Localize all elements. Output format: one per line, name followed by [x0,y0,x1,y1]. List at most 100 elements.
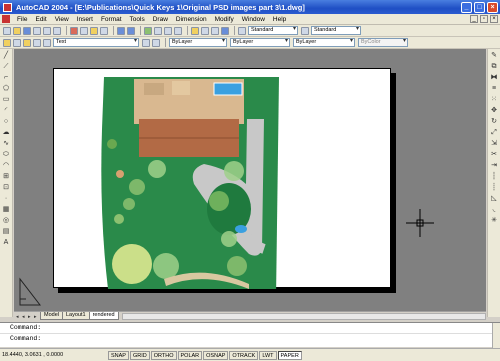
trim-icon[interactable]: ✂ [490,151,498,159]
help-icon[interactable] [221,26,229,35]
menu-draw[interactable]: Draw [149,16,172,23]
menu-file[interactable]: File [13,16,31,23]
dim-style-select[interactable]: Standard [311,26,361,35]
polyline-icon[interactable]: ⌐ [2,74,10,82]
color-select[interactable]: ByLayer [169,38,227,47]
explode-icon[interactable]: ✳ [490,217,498,225]
revision-cloud-icon[interactable]: ☁ [2,129,10,137]
layer-previous-icon[interactable] [152,38,160,47]
line-icon[interactable]: ╱ [2,52,10,60]
autocad-app-icon[interactable] [3,2,12,12]
redo-icon[interactable] [127,26,135,35]
close-button[interactable]: × [487,1,498,13]
menu-format[interactable]: Format [97,16,126,23]
layer-freeze-icon[interactable] [33,38,41,47]
mirror-icon[interactable]: ⧓ [490,74,498,82]
erase-icon[interactable]: ✎ [490,52,498,60]
insert-block-icon[interactable]: ⊞ [2,173,10,181]
new-icon[interactable] [3,26,11,35]
offset-icon[interactable]: ≡ [490,85,498,93]
horizontal-scrollbar[interactable] [121,313,486,320]
extend-icon[interactable]: ⇥ [490,162,498,170]
arc-icon[interactable]: ◜ [2,107,10,115]
layer-state-icon[interactable] [13,38,21,47]
array-icon[interactable]: ⁙ [490,96,498,104]
region-icon[interactable]: ◎ [2,217,10,225]
pan-icon[interactable] [144,26,152,35]
multiline-text-icon[interactable]: A [2,239,10,247]
doc-minimize-button[interactable]: _ [470,15,478,23]
hatch-icon[interactable]: ▦ [2,206,10,214]
break-at-point-icon[interactable]: ┆ [490,173,498,181]
polar-toggle[interactable]: POLAR [177,350,203,360]
construction-line-icon[interactable]: ⟋ [2,63,10,71]
menu-dimension[interactable]: Dimension [172,16,211,23]
lineweight-select[interactable]: ByLayer [293,38,355,47]
move-icon[interactable]: ✥ [490,107,498,115]
spline-icon[interactable]: ∿ [2,140,10,148]
cut-icon[interactable] [70,26,78,35]
zoom-previous-icon[interactable] [174,26,182,35]
layer-manager-icon[interactable] [3,38,11,47]
maximize-button[interactable]: □ [474,1,485,13]
plot-style-select[interactable]: ByColor [358,38,408,47]
tab-layout1[interactable]: Layout1 [61,312,90,320]
paper-sheet[interactable] [53,68,391,289]
print-icon[interactable] [33,26,41,35]
menu-window[interactable]: Window [238,16,269,23]
polygon-icon[interactable]: ⬠ [2,85,10,93]
design-center-icon[interactable] [201,26,209,35]
menu-edit[interactable]: Edit [31,16,50,23]
rotate-icon[interactable]: ↻ [490,118,498,126]
rectangle-icon[interactable]: ▭ [2,96,10,104]
drawing-area[interactable] [14,49,486,311]
properties-icon[interactable] [191,26,199,35]
make-block-icon[interactable]: ⊡ [2,184,10,192]
layer-on-icon[interactable] [23,38,31,47]
grid-toggle[interactable]: GRID [129,350,150,360]
command-prompt-line[interactable]: Command: [0,333,500,343]
menu-view[interactable]: View [51,16,73,23]
scale-icon[interactable]: ⤢ [490,129,498,137]
linetype-select[interactable]: ByLayer [230,38,290,47]
coordinate-readout[interactable]: 18.4440, 3.0631 , 0.0000 [2,352,108,358]
menu-modify[interactable]: Modify [211,16,238,23]
copy-object-icon[interactable]: ⧉ [490,63,498,71]
ellipse-arc-icon[interactable]: ◠ [2,162,10,170]
lwt-toggle[interactable]: LWT [259,350,277,360]
point-icon[interactable]: · [2,195,10,203]
menu-help[interactable]: Help [269,16,290,23]
osnap-toggle[interactable]: OSNAP [203,350,229,360]
publish-icon[interactable] [53,26,61,35]
minimize-button[interactable]: _ [461,1,472,13]
doc-restore-button[interactable]: ▫ [480,15,488,23]
table-icon[interactable]: ▤ [2,228,10,236]
paper-model-toggle[interactable]: PAPER [277,350,302,360]
make-object-layer-current-icon[interactable] [142,38,150,47]
break-icon[interactable]: ┊ [490,184,498,192]
document-icon[interactable] [2,15,10,23]
zoom-realtime-icon[interactable] [154,26,162,35]
print-preview-icon[interactable] [43,26,51,35]
tab-rendered[interactable]: rendered [88,312,119,320]
fillet-icon[interactable]: ◟ [490,206,498,214]
command-scrollbar[interactable] [492,323,500,348]
otrack-toggle[interactable]: OTRACK [229,350,259,360]
layer-select[interactable]: Text [53,38,139,47]
doc-close-button[interactable]: × [490,15,498,23]
zoom-window-icon[interactable] [164,26,172,35]
copy-icon[interactable] [80,26,88,35]
text-style-select[interactable]: Standard [248,26,298,35]
menu-insert[interactable]: Insert [73,16,97,23]
stretch-icon[interactable]: ⇲ [490,140,498,148]
match-properties-icon[interactable] [100,26,108,35]
circle-icon[interactable]: ○ [2,118,10,126]
menu-tools[interactable]: Tools [126,16,149,23]
paste-icon[interactable] [90,26,98,35]
tab-model[interactable]: Model [40,312,63,320]
open-icon[interactable] [13,26,21,35]
save-icon[interactable] [23,26,31,35]
layer-lock-icon[interactable] [43,38,51,47]
chamfer-icon[interactable]: ◺ [490,195,498,203]
command-window[interactable]: Command: Command: [0,322,500,348]
